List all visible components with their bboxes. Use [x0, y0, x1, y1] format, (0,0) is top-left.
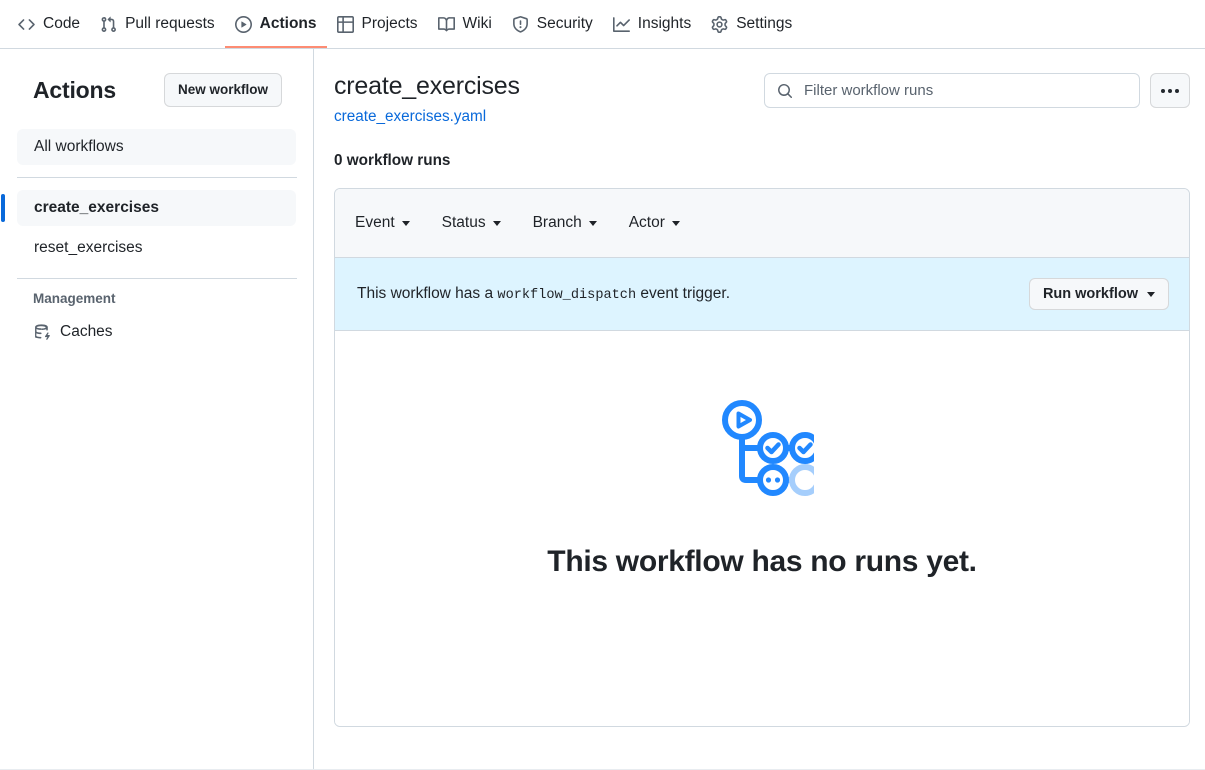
chevron-down-icon	[401, 220, 410, 226]
filter-label: Status	[441, 214, 486, 232]
sidebar-divider-management	[17, 278, 297, 279]
kebab-dot	[1168, 88, 1172, 93]
nav-tab-insights[interactable]: Insights	[603, 2, 701, 48]
page-body: Actions New workflow All workflows creat…	[0, 49, 1205, 770]
sidebar-item-label: Caches	[60, 323, 113, 340]
repository-nav: Code Pull requests Actions Projects Wiki…	[0, 0, 1205, 49]
git-pull-request-icon	[100, 16, 117, 33]
sidebar-item-caches[interactable]: Caches	[17, 314, 296, 350]
nav-tab-label: Settings	[736, 15, 793, 33]
play-circle-icon	[234, 15, 252, 33]
sidebar-header: Actions New workflow	[16, 73, 297, 107]
nav-tab-settings[interactable]: Settings	[701, 2, 802, 48]
nav-tab-label: Security	[536, 15, 593, 33]
empty-state-title: This workflow has no runs yet.	[547, 545, 977, 579]
filter-label: Event	[355, 214, 395, 232]
run-workflow-button[interactable]: Run workflow	[1028, 278, 1169, 311]
nav-tab-label: Wiki	[462, 15, 492, 33]
chevron-down-icon	[671, 220, 680, 226]
run-workflow-label: Run workflow	[1042, 286, 1138, 303]
nav-tab-wiki[interactable]: Wiki	[428, 2, 502, 48]
workflow-file-link[interactable]: create_exercises.yaml	[334, 108, 486, 126]
sidebar-workflow-list: create_exercises reset_exercises	[1, 190, 297, 266]
cache-database-icon	[34, 323, 51, 341]
more-options-button[interactable]	[1150, 73, 1190, 108]
shield-icon	[512, 15, 529, 33]
main-content: create_exercises create_exercises.yaml 0…	[314, 49, 1205, 770]
nav-tab-actions[interactable]: Actions	[224, 2, 327, 48]
book-icon	[437, 16, 455, 33]
kebab-dot	[1175, 88, 1179, 93]
sidebar-item-label: create_exercises	[34, 199, 159, 216]
graph-icon	[612, 16, 630, 33]
workflow-dispatch-banner: This workflow has a workflow_dispatch ev…	[335, 258, 1189, 332]
new-workflow-button[interactable]: New workflow	[163, 73, 282, 107]
nav-tab-code[interactable]: Code	[8, 2, 90, 48]
sidebar-item-create-exercises[interactable]: create_exercises	[1, 190, 296, 226]
actions-sidebar: Actions New workflow All workflows creat…	[0, 49, 314, 770]
nav-tab-security[interactable]: Security	[502, 2, 603, 48]
search-icon	[777, 83, 793, 99]
kebab-dot	[1161, 88, 1165, 93]
dispatch-event-code: workflow_dispatch	[497, 288, 637, 304]
filter-event-dropdown[interactable]: Event	[355, 214, 410, 232]
nav-tab-label: Code	[43, 15, 81, 33]
header-actions	[764, 71, 1190, 108]
nav-tab-label: Projects	[361, 15, 418, 33]
nav-tab-pull-requests[interactable]: Pull requests	[90, 2, 225, 48]
sidebar-item-all-workflows[interactable]: All workflows	[17, 129, 296, 165]
workflow-header: create_exercises create_exercises.yaml	[334, 71, 1190, 126]
workflow-title-group: create_exercises create_exercises.yaml	[334, 71, 520, 126]
filter-label: Branch	[532, 214, 582, 232]
sidebar-item-reset-exercises[interactable]: reset_exercises	[17, 230, 296, 266]
table-icon	[336, 15, 354, 33]
nav-tab-label: Pull requests	[125, 15, 215, 33]
nav-tab-label: Insights	[637, 15, 692, 33]
dispatch-banner-text: This workflow has a workflow_dispatch ev…	[357, 285, 730, 303]
chevron-down-icon	[588, 220, 597, 226]
filter-status-dropdown[interactable]: Status	[442, 214, 501, 232]
gear-icon	[711, 15, 728, 33]
page-title: Actions	[33, 76, 116, 103]
sidebar-divider	[17, 177, 297, 178]
workflow-runs-empty-illustration	[710, 392, 821, 501]
filter-workflow-runs-box[interactable]	[764, 73, 1140, 108]
dispatch-text-after: event trigger.	[636, 285, 731, 303]
workflow-title: create_exercises	[334, 72, 520, 100]
empty-state: This workflow has no runs yet.	[335, 331, 1189, 727]
sidebar-list: All workflows	[16, 129, 297, 165]
filter-label: Actor	[628, 214, 665, 232]
sidebar-management-list: Caches	[16, 314, 297, 350]
runs-filter-bar: Event Status Branch Actor	[335, 189, 1189, 259]
nav-tab-projects[interactable]: Projects	[327, 2, 428, 48]
chevron-down-icon	[492, 220, 501, 226]
chevron-down-icon	[1147, 291, 1155, 297]
filter-branch-dropdown[interactable]: Branch	[533, 214, 597, 232]
filter-actor-dropdown[interactable]: Actor	[629, 214, 680, 232]
search-input[interactable]	[802, 81, 1127, 100]
workflow-runs-count: 0 workflow runs	[334, 152, 451, 170]
sidebar-section-management: Management	[33, 291, 116, 306]
sidebar-item-label: All workflows	[34, 138, 124, 155]
sidebar-item-label: reset_exercises	[34, 239, 143, 256]
dispatch-text-before: This workflow has a	[357, 285, 498, 303]
nav-tab-label: Actions	[259, 15, 317, 33]
workflow-runs-panel: Event Status Branch Actor This workflow	[334, 188, 1190, 728]
code-icon	[18, 16, 35, 33]
